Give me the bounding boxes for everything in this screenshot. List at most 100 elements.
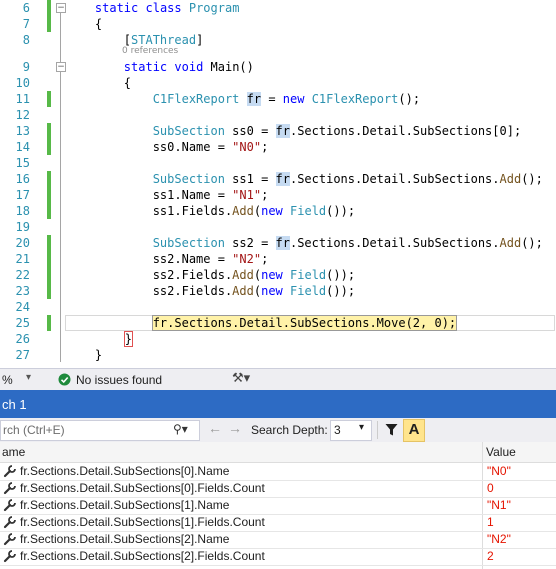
code-token: ;	[261, 140, 269, 154]
code-token: .Sections.Detail.SubSections[0];	[289, 124, 522, 138]
line-number: 16	[15, 172, 30, 186]
code-line: 18 ss1.Fields.Add(new Field());	[0, 203, 556, 219]
collapse-icon[interactable]: −	[56, 62, 66, 72]
change-marker	[47, 91, 51, 107]
watch-window-titlebar: ch 1	[0, 390, 556, 418]
search-input-placeholder[interactable]: rch (Ctrl+E)	[3, 423, 65, 437]
watch-row[interactable]: fr.Sections.Detail.SubSections[1].Name "N…	[0, 497, 556, 515]
code-line: 6 − static class Program	[0, 0, 556, 16]
filter-icon[interactable]	[385, 423, 398, 437]
code-token: fr.Sections.Detail.SubSections.Move(2, 0…	[151, 315, 458, 331]
line-number: 7	[22, 17, 30, 31]
change-marker	[47, 171, 51, 187]
name-column-header[interactable]: ame	[0, 442, 482, 463]
line-number: 19	[15, 220, 30, 234]
code-token: [	[66, 33, 132, 47]
wrench-icon	[3, 550, 16, 563]
code-token: (	[253, 268, 262, 282]
watch-window-title: ch 1	[2, 397, 27, 412]
code-token: {	[66, 76, 132, 90]
watch-row[interactable]: fr.Sections.Detail.SubSections[0].Fields…	[0, 480, 556, 498]
watch-grid[interactable]: ame Value fr.Sections.Detail.SubSections…	[0, 442, 556, 569]
code-token: }	[66, 348, 103, 362]
code-token: ();	[521, 172, 543, 186]
editor-status-bar: % ▾ No issues found ⚒▾	[0, 368, 556, 391]
line-number: 17	[15, 188, 30, 202]
code-line: 8 [STAThread]	[0, 32, 556, 48]
change-marker	[47, 283, 51, 299]
code-text: ss2.Fields.Add(new Field());	[66, 267, 355, 283]
code-token: ss2 =	[224, 236, 276, 250]
change-marker	[47, 187, 51, 203]
watch-search-box[interactable]: rch (Ctrl+E) ⚲▾	[0, 420, 200, 441]
code-token: new	[282, 92, 305, 106]
code-text: {	[66, 75, 131, 91]
search-icon[interactable]: ⚲▾	[173, 422, 188, 436]
wrench-icon	[3, 516, 16, 529]
watch-row[interactable]: fr.Sections.Detail.SubSections[1].Fields…	[0, 514, 556, 532]
zoom-dropdown-icon[interactable]: ▾	[26, 372, 31, 383]
code-token: "N1"	[232, 188, 262, 202]
code-token: new	[261, 204, 283, 218]
zoom-level[interactable]: %	[2, 373, 13, 387]
line-number: 13	[15, 124, 30, 138]
line-number: 11	[15, 92, 30, 106]
code-line: 27 }	[0, 347, 556, 363]
code-token: ss2.Name =	[66, 252, 233, 266]
watch-row-value: "N0"	[487, 464, 511, 478]
change-marker	[47, 267, 51, 283]
code-text: ss2.Fields.Add(new Field());	[66, 283, 355, 299]
code-line: 19	[0, 219, 556, 235]
change-marker	[47, 235, 51, 251]
watch-row-value: "N2"	[487, 532, 511, 546]
watch-row-name: fr.Sections.Detail.SubSections[0].Name	[20, 464, 230, 478]
search-next-icon[interactable]: →	[228, 420, 242, 436]
code-line: 15	[0, 155, 556, 171]
code-text: SubSection ss2 = fr.Sections.Detail.SubS…	[66, 235, 543, 251]
code-text: ss0.Name = "N0";	[66, 139, 269, 155]
value-column-header[interactable]: Value	[483, 442, 556, 463]
highlight-toggle-button[interactable]: A	[403, 419, 425, 442]
search-depth-dropdown[interactable]: 3 ▾	[330, 420, 372, 441]
code-line: 13 SubSection ss0 = fr.Sections.Detail.S…	[0, 123, 556, 139]
issues-status[interactable]: No issues found	[76, 373, 162, 387]
code-cleanup-icon[interactable]: ⚒▾	[232, 370, 250, 386]
code-token: ss0.Name =	[66, 140, 233, 154]
code-line: 20 SubSection ss2 = fr.Sections.Detail.S…	[0, 235, 556, 251]
watch-row[interactable]: fr.Sections.Detail.SubSections[0].Name "N…	[0, 463, 556, 481]
code-token: Add	[232, 204, 254, 218]
watch-row[interactable]: fr.Sections.Detail.SubSections[2].Name "N…	[0, 531, 556, 549]
code-token: new	[261, 284, 283, 298]
code-token: Add	[499, 236, 522, 250]
change-marker	[47, 16, 51, 32]
change-marker	[47, 315, 51, 331]
code-lens-references[interactable]: 0 references	[122, 46, 178, 56]
line-number: 6	[22, 1, 30, 15]
code-token: ;	[261, 188, 269, 202]
code-line: 24	[0, 299, 556, 315]
search-previous-icon[interactable]: ←	[208, 420, 222, 436]
code-token: fr	[275, 124, 290, 138]
code-line: 7 {	[0, 16, 556, 32]
code-line: 22 ss2.Fields.Add(new Field());	[0, 267, 556, 283]
watch-toolbar: rch (Ctrl+E) ⚲▾ ← → Search Depth: 3 ▾ A	[0, 418, 556, 442]
line-number: 25	[15, 316, 30, 330]
code-token: Field	[290, 284, 327, 298]
watch-row[interactable]: fr.Sections.Detail.SubSections[2].Fields…	[0, 548, 556, 566]
watch-row-name: fr.Sections.Detail.SubSections[2].Fields…	[20, 549, 265, 563]
code-editor[interactable]: 6− static class Program 7 {8 [STAThread] 9…	[0, 0, 556, 368]
code-token: SubSection	[152, 236, 225, 250]
collapse-icon[interactable]: −	[56, 3, 66, 13]
code-line: 21 ss2.Name = "N2";	[0, 251, 556, 267]
chevron-down-icon: ▾	[359, 422, 365, 433]
watch-row-name: fr.Sections.Detail.SubSections[0].Fields…	[20, 481, 265, 495]
